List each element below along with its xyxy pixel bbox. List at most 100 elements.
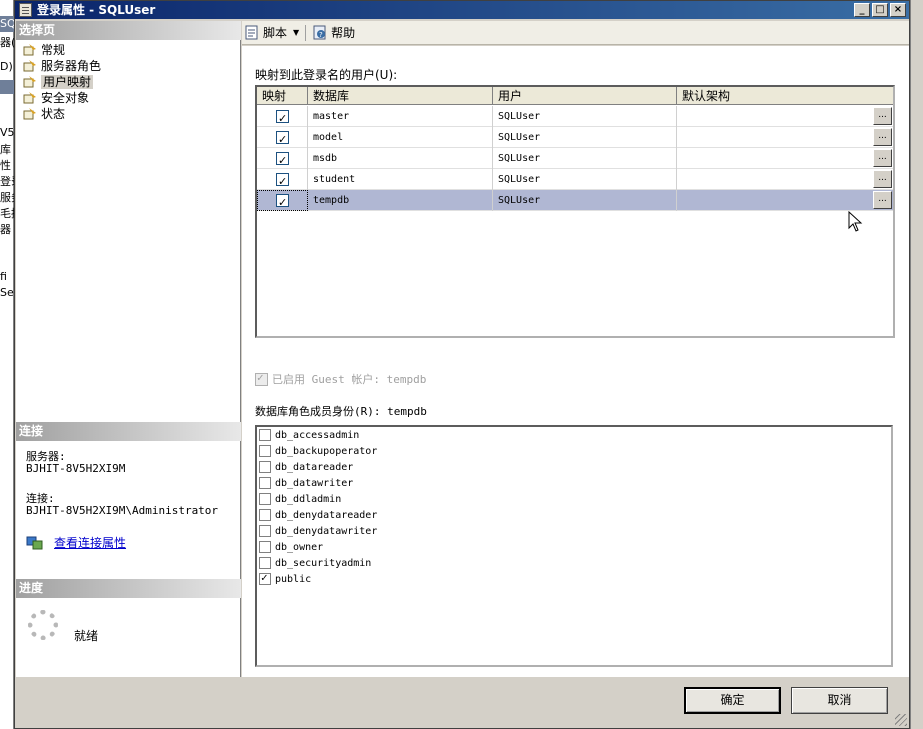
user-cell[interactable]: SQLUser [493,190,677,211]
role-checkbox[interactable] [259,509,271,521]
role-checkbox[interactable] [259,477,271,489]
page-item-general[interactable]: 常规 [19,42,101,58]
background-text: 器 [0,223,11,236]
close-button[interactable]: × [890,3,906,17]
list-item[interactable]: db_accessadmin [259,427,359,443]
list-item[interactable]: db_securityadmin [259,555,371,571]
user-cell[interactable]: SQLUser [493,169,677,190]
page-icon [23,92,36,104]
role-checkbox[interactable] [259,557,271,569]
browse-schema-button[interactable]: ... [873,191,892,209]
schema-cell[interactable]: ... [677,127,893,148]
schema-cell[interactable]: ... [677,169,893,190]
window-controls: _ □ × [854,3,906,17]
database-cell: student [308,169,493,190]
map-checkbox[interactable] [276,150,289,171]
list-item[interactable]: public [259,571,311,587]
page-item-server-roles[interactable]: 服务器角色 [19,58,101,74]
ok-button[interactable]: 确定 [684,687,781,714]
map-checkbox[interactable] [276,171,289,192]
browse-schema-button[interactable]: ... [873,149,892,167]
table-row[interactable]: master SQLUser ... [257,106,893,129]
role-membership-label: 数据库角色成员身份(R): tempdb [255,405,427,418]
title-bar[interactable]: 登录属性 - SQLUser _ □ × [15,1,909,19]
user-cell[interactable]: SQLUser [493,127,677,148]
list-item[interactable]: db_owner [259,539,323,555]
guest-checkbox[interactable] [255,371,268,386]
minimize-button[interactable]: _ [854,3,870,17]
role-membership-list[interactable]: db_accessadmin db_backupoperator db_data… [255,425,893,667]
role-name: db_ddladmin [275,493,342,505]
table-row-selected[interactable]: tempdb SQLUser ... [257,190,893,213]
script-button[interactable]: 脚本 ▼ [244,24,299,41]
browse-schema-button[interactable]: ... [873,128,892,146]
window-title: 登录属性 - SQLUser [37,3,156,17]
list-item[interactable]: db_ddladmin [259,491,341,507]
page-item-status[interactable]: 状态 [19,106,101,122]
list-item[interactable]: db_backupoperator [259,443,377,459]
list-item[interactable]: db_denydatareader [259,507,377,523]
page-label: 服务器角色 [41,59,102,73]
column-header-database[interactable]: 数据库 [308,87,493,105]
table-row[interactable]: student SQLUser ... [257,169,893,192]
page-item-user-mapping[interactable]: 用户映射 [19,74,101,90]
page-icon [23,76,36,88]
role-name: db_denydatareader [275,509,378,521]
connection-properties-icon [26,536,43,549]
column-header-user[interactable]: 用户 [493,87,677,105]
page-item-securables[interactable]: 安全对象 [19,90,101,106]
map-cell [257,106,308,129]
background-text: 库 [0,143,11,156]
user-cell[interactable]: SQLUser [493,106,677,127]
map-checkbox[interactable] [276,108,289,129]
guest-label: 已启用 Guest 帐户: tempdb [272,373,427,386]
cancel-button[interactable]: 取消 [791,687,888,714]
map-checkbox[interactable] [276,129,289,150]
list-item[interactable]: db_datawriter [259,475,353,491]
role-checkbox[interactable] [259,541,271,553]
list-item[interactable]: db_datareader [259,459,353,475]
schema-cell[interactable]: ... [677,190,893,211]
list-item[interactable]: db_denydatawriter [259,523,377,539]
table-row[interactable]: model SQLUser ... [257,127,893,150]
schema-cell[interactable]: ... [677,106,893,127]
map-cell [257,169,308,192]
maximize-button[interactable]: □ [872,3,888,17]
svg-text:?: ? [319,31,323,39]
role-checkbox[interactable] [259,525,271,537]
role-checkbox[interactable] [259,493,271,505]
progress-spinner-icon [28,610,58,640]
background-text: V5 [0,126,14,139]
user-mapping-page: 映射到此登录名的用户(U): 映射 数据库 用户 默认架构 master SQL… [242,46,909,677]
background-text: 登录 [0,175,14,188]
role-checkbox[interactable] [259,445,271,457]
view-connection-properties: 查看连接属性 [26,534,126,551]
help-button[interactable]: ? 帮助 [312,24,355,41]
browse-schema-button[interactable]: ... [873,107,892,125]
background-text: 服务 [0,191,14,204]
column-header-map[interactable]: 映射 [257,87,308,105]
page-label: 常规 [41,43,66,57]
view-connection-properties-link[interactable]: 查看连接属性 [54,534,126,551]
help-icon: ? [313,25,326,40]
role-checkbox[interactable] [259,429,271,441]
table-row[interactable]: msdb SQLUser ... [257,148,893,171]
browse-schema-button[interactable]: ... [873,170,892,188]
map-cell [257,127,308,150]
role-checkbox[interactable] [259,571,271,585]
schema-cell[interactable]: ... [677,148,893,169]
user-mapping-grid[interactable]: 映射 数据库 用户 默认架构 master SQLUser ... model … [255,85,895,338]
user-cell[interactable]: SQLUser [493,148,677,169]
resize-grip-icon[interactable] [895,714,907,726]
role-checkbox[interactable] [259,461,271,473]
connection-header: 连接 [16,422,241,441]
left-pane: 选择页 常规 服务器角色 用户映射 安全对象 状态 连接 服务器: BJHIT-… [16,21,241,677]
select-page-header: 选择页 [16,21,241,40]
role-name: db_backupoperator [275,445,378,457]
column-header-default-schema[interactable]: 默认架构 [677,87,893,105]
chevron-down-icon: ▼ [293,28,300,37]
background-text: fi [0,270,7,283]
role-name: db_owner [275,541,324,553]
map-checkbox[interactable] [276,192,289,213]
map-cell [257,148,308,171]
